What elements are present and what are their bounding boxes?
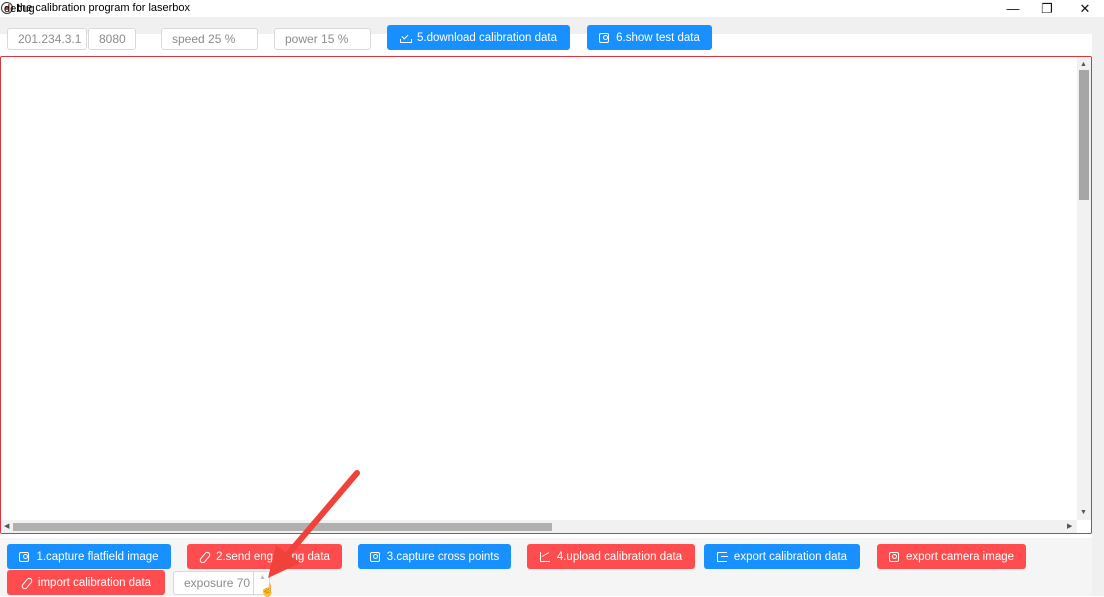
minimize-button[interactable]: —: [996, 0, 1030, 17]
camera-icon: [369, 551, 380, 562]
menu-item-debug[interactable]: debug: [4, 3, 35, 15]
speed-input[interactable]: speed 25 %: [161, 28, 258, 50]
export-calibration-label: export calibration data: [733, 550, 848, 563]
window-title: the calibration program for laserbox: [17, 2, 191, 14]
export-icon: [716, 551, 728, 562]
vertical-scroll-thumb[interactable]: [1079, 70, 1089, 200]
camera-icon: [888, 551, 899, 562]
download-icon: [399, 33, 412, 43]
power-input[interactable]: power 15 %: [274, 28, 371, 50]
show-test-data-button[interactable]: 6.show test data: [587, 25, 712, 50]
scroll-down-arrow-icon[interactable]: ▼: [1080, 509, 1087, 516]
upload-calibration-label: 4.upload calibration data: [556, 550, 683, 563]
paperclip-icon: [21, 578, 31, 588]
mouse-cursor-icon: ☝: [260, 583, 275, 597]
camera-icon: [599, 32, 610, 43]
send-engraving-button[interactable]: 2.send engraving data: [187, 544, 342, 569]
capture-flatfield-label: 1.capture flatfield image: [36, 550, 159, 563]
window-vertical-scrollbar[interactable]: [1092, 34, 1104, 596]
line-chart-icon: [539, 551, 550, 562]
upload-calibration-button[interactable]: 4.upload calibration data: [527, 544, 695, 569]
ip-address-input[interactable]: 201.234.3.1: [7, 28, 87, 50]
image-canvas: [0, 56, 1092, 534]
scroll-up-arrow-icon[interactable]: ▲: [1080, 61, 1087, 68]
close-button[interactable]: ✕: [1068, 0, 1102, 17]
scroll-left-arrow-icon[interactable]: ◀: [4, 523, 9, 530]
export-camera-image-button[interactable]: export camera image: [877, 544, 1026, 569]
stepper-up-icon[interactable]: ▲: [259, 574, 266, 581]
download-calibration-button[interactable]: 5.download calibration data: [387, 25, 570, 50]
import-calibration-label: import calibration data: [37, 576, 152, 589]
capture-cross-points-label: 3.capture cross points: [386, 550, 500, 563]
paperclip-icon: [199, 552, 209, 562]
port-input[interactable]: 8080: [88, 28, 136, 50]
capture-flatfield-button[interactable]: 1.capture flatfield image: [7, 544, 171, 569]
capture-cross-points-button[interactable]: 3.capture cross points: [358, 544, 511, 569]
horizontal-scroll-thumb[interactable]: [13, 523, 552, 531]
download-calibration-label: 5.download calibration data: [416, 31, 558, 44]
camera-icon: [19, 551, 30, 562]
export-calibration-button[interactable]: export calibration data: [704, 544, 860, 569]
export-camera-image-label: export camera image: [905, 550, 1015, 563]
restore-button[interactable]: ❐: [1030, 0, 1064, 17]
scroll-right-arrow-icon[interactable]: ▶: [1067, 523, 1072, 530]
import-calibration-button[interactable]: import calibration data: [7, 570, 165, 595]
send-engraving-label: 2.send engraving data: [216, 550, 330, 563]
show-test-data-label: 6.show test data: [616, 31, 700, 44]
